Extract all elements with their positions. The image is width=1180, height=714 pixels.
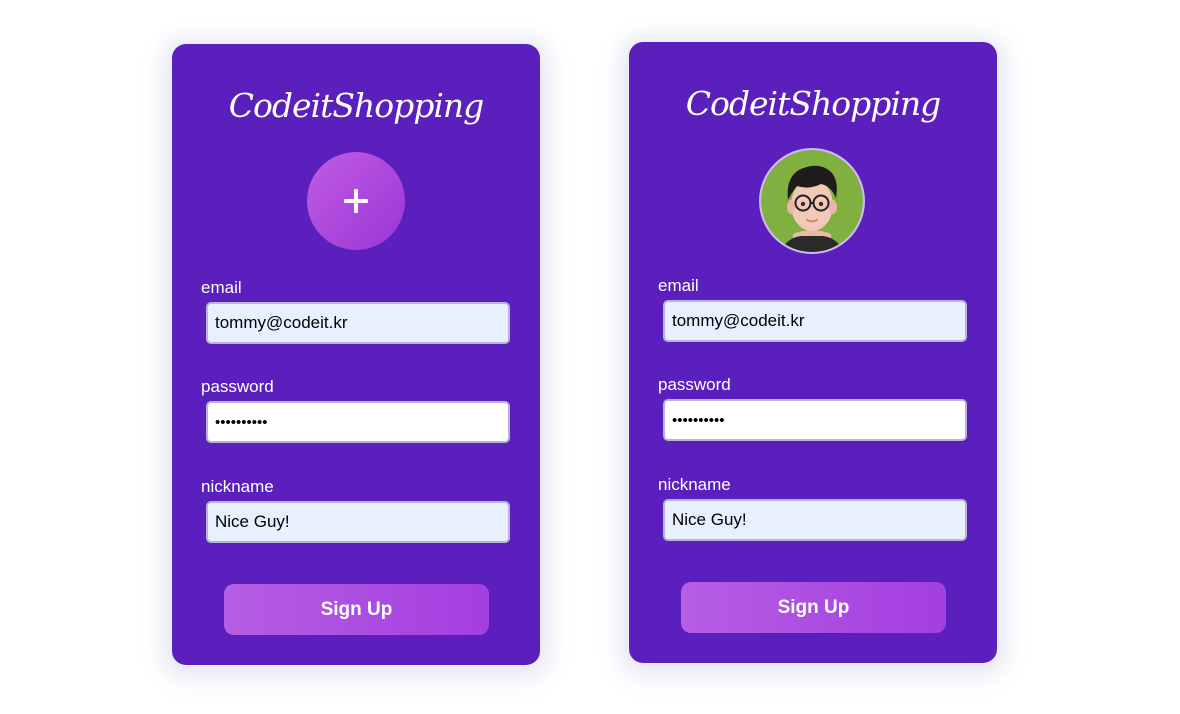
email-field[interactable]	[206, 302, 510, 344]
password-field[interactable]	[206, 401, 510, 443]
nickname-field[interactable]	[663, 499, 967, 541]
password-label: password	[658, 375, 731, 394]
email-label: email	[201, 278, 242, 297]
avatar-image[interactable]	[761, 150, 863, 252]
sign-up-button[interactable]: Sign Up	[224, 584, 489, 635]
nickname-field[interactable]	[206, 501, 510, 543]
profile-photo-icon	[761, 150, 863, 252]
brand-logo: CodeitShopping	[228, 86, 485, 125]
password-label: password	[201, 377, 274, 396]
email-field[interactable]	[663, 300, 967, 342]
password-field[interactable]	[663, 399, 967, 441]
nickname-label: nickname	[658, 475, 731, 494]
plus-icon	[344, 189, 368, 213]
sign-up-button[interactable]: Sign Up	[681, 582, 946, 633]
avatar-upload-button[interactable]	[307, 152, 405, 250]
nickname-label: nickname	[201, 477, 274, 496]
signup-card-with-avatar: CodeitShopping email passwo	[629, 42, 997, 663]
email-label: email	[658, 276, 699, 295]
signup-card-empty-avatar: CodeitShopping email password nickname S…	[172, 44, 540, 665]
brand-logo: CodeitShopping	[685, 84, 942, 123]
